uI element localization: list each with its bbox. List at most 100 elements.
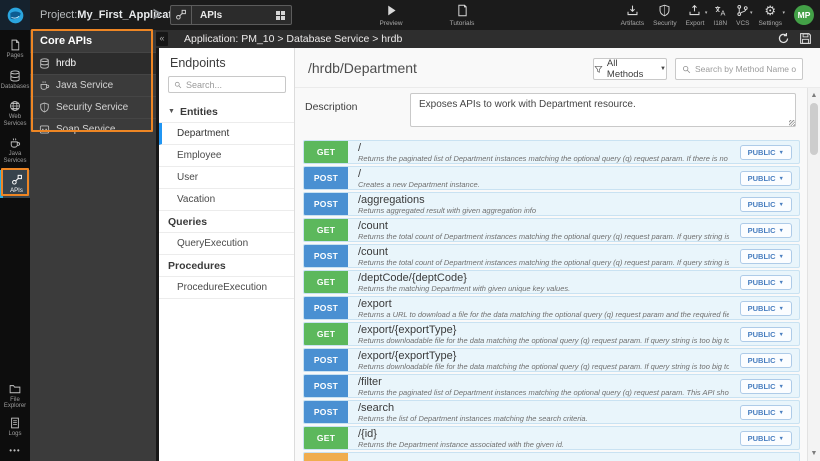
caret-down-icon: ▼ <box>778 331 784 338</box>
endpoint-item-queryexecution[interactable]: QueryExecution <box>159 233 294 255</box>
workspace-selector-label: APIs <box>200 9 223 21</box>
api-path: /search <box>358 402 395 414</box>
panel-splitter[interactable] <box>156 48 159 461</box>
sidebar-item-apis[interactable]: APIs <box>0 170 30 198</box>
endpoints-search-input[interactable] <box>182 79 280 90</box>
endpoints-group-procedures[interactable]: Procedures <box>159 255 294 277</box>
visibility-badge[interactable]: PUBLIC ▼ <box>739 379 792 394</box>
visibility-badge[interactable]: PUBLIC ▼ <box>739 197 792 212</box>
visibility-badge[interactable]: PUBLIC ▼ <box>739 301 792 316</box>
endpoint-item-user[interactable]: User <box>159 167 294 189</box>
method-search[interactable] <box>675 58 803 80</box>
visibility-badge[interactable]: PUBLIC ▼ <box>739 275 792 290</box>
method-badge: GET <box>304 141 348 163</box>
topbar-action-settings[interactable]: ⚙ ▾ Settings <box>759 3 786 27</box>
method-search-input[interactable] <box>691 64 796 74</box>
core-api-item-hrdb[interactable]: hrdb <box>30 52 156 74</box>
sidebar-item-databases[interactable]: Databases <box>0 66 30 94</box>
preview-button[interactable]: Preview <box>371 3 411 27</box>
api-row[interactable]: POST/export/{exportType} Returns download… <box>303 348 800 372</box>
visibility-badge[interactable]: PUBLIC ▼ <box>739 249 792 264</box>
save-icon[interactable] <box>799 32 812 45</box>
resource-title: /hrdb/Department <box>308 60 417 76</box>
filter-icon <box>594 65 603 73</box>
api-path: /count <box>358 246 388 258</box>
api-row-text: /{id} Returns the Department instance ass… <box>348 427 634 449</box>
user-avatar[interactable]: MP <box>794 5 814 25</box>
api-row[interactable]: GET/{id} Returns the Department instance … <box>303 426 800 450</box>
api-row[interactable]: POST/export Returns a URL to download a f… <box>303 296 800 320</box>
api-row[interactable]: GET/deptCode/{deptCode} Returns the match… <box>303 270 800 294</box>
api-row[interactable]: GET/export/{exportType} Returns downloada… <box>303 322 800 346</box>
api-description: Returns the Department instance associat… <box>358 440 564 449</box>
methods-filter-dropdown[interactable]: All Methods ▼ <box>593 58 667 80</box>
api-row[interactable]: POST/search Returns the list of Departmen… <box>303 400 800 424</box>
app-logo[interactable] <box>0 0 30 30</box>
core-apis-panel: Core APIs hrdb Java Service Security Servi… <box>30 30 156 461</box>
visibility-badge[interactable]: PUBLIC ▼ <box>739 145 792 160</box>
endpoint-item-vacation[interactable]: Vacation <box>159 189 294 211</box>
caret-down-icon: ▼ <box>778 253 784 260</box>
core-api-item-soap-service[interactable]: Soap Service <box>30 118 156 140</box>
topbar-action-security[interactable]: Security <box>653 4 677 27</box>
resize-handle-icon[interactable] <box>789 120 795 126</box>
endpoints-search[interactable] <box>168 76 286 93</box>
api-row[interactable]: POST/filter Returns the paginated list of… <box>303 374 800 398</box>
api-row[interactable]: GET / Returns the paginated list of Depart… <box>303 140 800 164</box>
endpoints-group-queries[interactable]: Queries <box>159 211 294 233</box>
collapse-panel-button[interactable]: « <box>156 32 168 46</box>
visibility-label: PUBLIC <box>747 174 776 183</box>
topbar-action-export[interactable]: ▾ Export <box>685 4 707 27</box>
topbar-action-vcs[interactable]: ▾ VCS <box>736 4 753 27</box>
scrollbar-thumb[interactable] <box>810 103 818 155</box>
caret-down-icon: ▼ <box>778 201 784 208</box>
topbar-action-label: Export <box>685 19 705 27</box>
sidebar-item-pages[interactable]: Pages <box>0 35 30 63</box>
api-row[interactable]: POST/aggregations Returns aggregated resu… <box>303 192 800 216</box>
endpoint-item-label: QueryExecution <box>177 238 249 249</box>
api-row[interactable]: POST / Creates a new Department instance. P… <box>303 166 800 190</box>
sidebar-item-java-services[interactable]: Java Services <box>0 133 30 167</box>
description-textarea[interactable]: Exposes APIs to work with Department res… <box>410 93 796 127</box>
topbar-action-i18n[interactable]: A I18N <box>713 4 727 27</box>
core-api-item-security-service[interactable]: Security Service <box>30 96 156 118</box>
scroll-down-icon[interactable]: ▼ <box>808 447 820 460</box>
api-row[interactable]: POST/count Returns the total count of Dep… <box>303 244 800 268</box>
scroll-up-icon[interactable]: ▲ <box>808 89 820 102</box>
visibility-badge[interactable]: PUBLIC ▼ <box>739 353 792 368</box>
wavemaker-logo-icon <box>7 7 23 23</box>
workspace-selector[interactable]: APIs <box>170 5 292 25</box>
api-row-text <box>348 453 428 461</box>
api-row[interactable] <box>303 452 800 461</box>
database-icon <box>39 58 50 69</box>
endpoint-item-department[interactable]: Department <box>159 123 294 145</box>
endpoints-list: ▼ Entities Department Employee User Vacation Q… <box>159 101 294 299</box>
api-description: Returns the total count of Department in… <box>358 232 729 241</box>
sidebar-item-logs[interactable]: Logs <box>0 413 30 441</box>
sidebar-item-file-explorer[interactable]: File Explorer <box>0 379 30 413</box>
designer-toolbar: /hrdb/Department All Methods ▼ <box>295 48 820 88</box>
tutorials-button[interactable]: Tutorials <box>440 3 484 27</box>
visibility-badge[interactable]: PUBLIC ▼ <box>739 171 792 186</box>
api-path: /export <box>358 298 392 310</box>
endpoint-item-procedureexecution[interactable]: ProcedureExecution <box>159 277 294 299</box>
settings-icon: ⚙ <box>764 3 777 18</box>
refresh-icon[interactable] <box>777 32 790 45</box>
api-row[interactable]: GET/count Returns the total count of Depa… <box>303 218 800 242</box>
caret-down-icon: ▼ <box>778 149 784 156</box>
visibility-badge[interactable]: PUBLIC ▼ <box>739 405 792 420</box>
topbar-action-artifacts[interactable]: Artifacts <box>621 4 644 27</box>
vertical-scrollbar[interactable]: ▲ ▼ <box>807 88 820 461</box>
apis-icon <box>11 174 23 186</box>
endpoint-item-employee[interactable]: Employee <box>159 145 294 167</box>
sidebar-more-button[interactable]: ••• <box>0 440 30 461</box>
core-api-item-java-service[interactable]: Java Service <box>30 74 156 96</box>
sidebar-item-web-services[interactable]: Web Services <box>0 96 30 130</box>
web-services-icon <box>9 100 21 112</box>
visibility-badge[interactable]: PUBLIC ▼ <box>739 431 792 446</box>
method-badge: POST <box>304 245 348 267</box>
method-badge: POST <box>304 375 348 397</box>
visibility-badge[interactable]: PUBLIC ▼ <box>739 327 792 342</box>
visibility-badge[interactable]: PUBLIC ▼ <box>739 223 792 238</box>
endpoints-group-entities[interactable]: ▼ Entities <box>159 101 294 123</box>
